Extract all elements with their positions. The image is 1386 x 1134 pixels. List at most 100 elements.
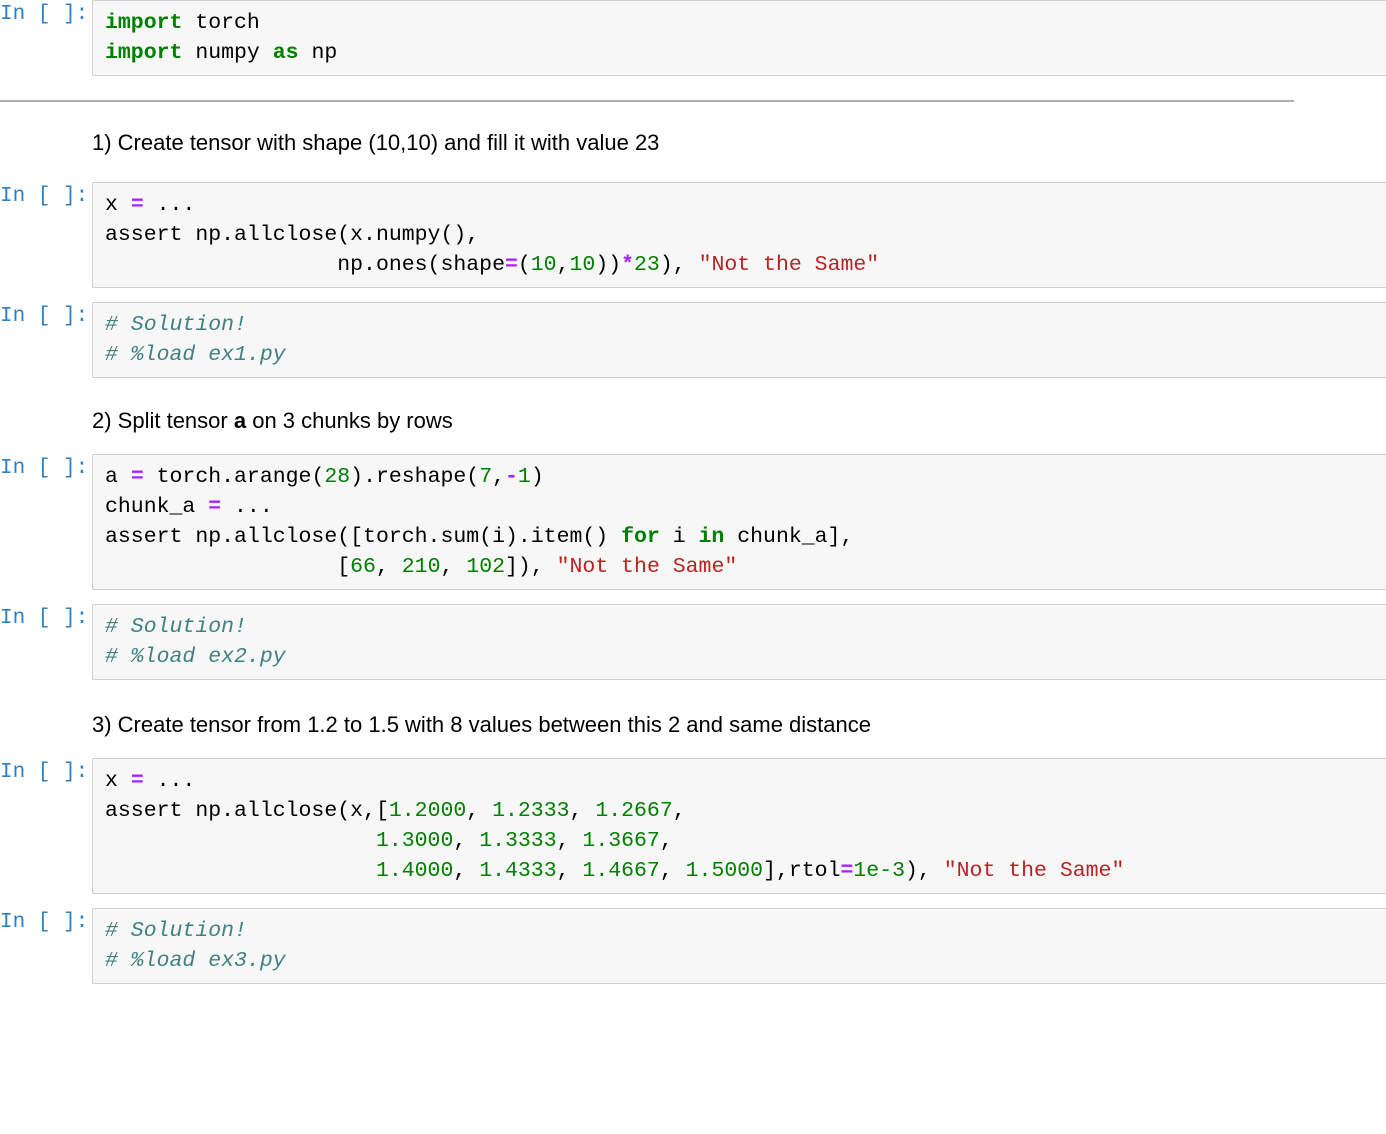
- cell-prompt-label[interactable]: In [ ]:: [0, 604, 92, 634]
- code-token: ,: [569, 799, 596, 823]
- code-token: # %load ex3.py: [105, 949, 286, 973]
- code-token: ,: [375, 555, 402, 579]
- code-token: ...: [143, 769, 196, 793]
- code-token: [: [105, 555, 351, 579]
- code-token: ,: [453, 859, 480, 883]
- code-token: =: [130, 465, 144, 489]
- code-token: ],rtol: [763, 859, 841, 883]
- code-input-area[interactable]: import torch import numpy as np: [92, 0, 1386, 76]
- code-token: np: [298, 41, 338, 65]
- notebook-container: In [ ]: import torch import numpy as np 1)…: [0, 0, 1386, 984]
- cell-prompt-label[interactable]: In [ ]:: [0, 182, 92, 212]
- exercise-3-solution-cell[interactable]: In [ ]: # Solution! # %load ex3.py: [0, 908, 1386, 984]
- code-token: 23: [634, 253, 660, 277]
- code-token: 1.3333: [479, 829, 557, 853]
- exercise-1-solution-cell[interactable]: In [ ]: # Solution! # %load ex1.py: [0, 302, 1386, 378]
- code-input-area[interactable]: # Solution! # %load ex3.py: [92, 908, 1386, 984]
- code-token: )): [595, 253, 622, 277]
- code-token: in: [698, 525, 725, 549]
- code-token: 1.4333: [479, 859, 557, 883]
- code-input-area[interactable]: # Solution! # %load ex2.py: [92, 604, 1386, 680]
- code-token: x: [105, 769, 131, 793]
- imports-cell[interactable]: In [ ]: import torch import numpy as np: [0, 0, 1386, 76]
- code-token: 1.5000: [685, 859, 764, 883]
- code-token: "Not the Same": [556, 555, 738, 579]
- cell-spacer: [0, 102, 1386, 128]
- code-token: ,: [453, 829, 480, 853]
- markdown-body[interactable]: 3) Create tensor from 1.2 to 1.5 with 8 …: [92, 710, 1386, 740]
- code-token: *: [621, 253, 635, 277]
- code-token: ,: [659, 829, 673, 853]
- code-token: ]),: [505, 555, 557, 579]
- code-token: # Solution!: [105, 615, 247, 639]
- cell-spacer: [0, 76, 1386, 100]
- code-input-area[interactable]: x = ... assert np.allclose(x.numpy(), np…: [92, 182, 1386, 288]
- code-token: ...: [143, 193, 196, 217]
- code-source[interactable]: a = torch.arange(28).reshape(7,-1) chunk…: [105, 462, 1386, 582]
- code-source[interactable]: # Solution! # %load ex1.py: [105, 310, 1386, 370]
- code-token: 1.2667: [595, 799, 673, 823]
- code-source[interactable]: # Solution! # %load ex2.py: [105, 612, 1386, 672]
- markdown-text: 2) Split tensor a on 3 chunks by rows: [92, 408, 453, 433]
- exercise-1-cell[interactable]: In [ ]: x = ... assert np.allclose(x.nump…: [0, 182, 1386, 288]
- code-source[interactable]: import torch import numpy as np: [105, 8, 1386, 68]
- code-input-area[interactable]: # Solution! # %load ex1.py: [92, 302, 1386, 378]
- cell-spacer: [0, 288, 1386, 302]
- code-token: a: [105, 465, 131, 489]
- code-token: 1.3667: [582, 829, 660, 853]
- markdown-body[interactable]: 1) Create tensor with shape (10,10) and …: [92, 128, 1386, 158]
- code-token: ),: [905, 859, 944, 883]
- code-token: assert np.allclose(x,[: [105, 799, 389, 823]
- cell-prompt-label[interactable]: In [ ]:: [0, 0, 92, 30]
- cell-spacer: [0, 436, 1386, 454]
- code-token: assert np.allclose([torch.sum(i).item(): [105, 525, 622, 549]
- cell-spacer: [0, 158, 1386, 182]
- code-source[interactable]: x = ... assert np.allclose(x.numpy(), np…: [105, 190, 1386, 280]
- cell-spacer: [0, 378, 1386, 406]
- code-token: import: [105, 11, 183, 35]
- code-token: 66: [350, 555, 376, 579]
- code-token: ),: [659, 253, 699, 277]
- cell-spacer: [0, 680, 1386, 710]
- markdown-body[interactable]: 2) Split tensor a on 3 chunks by rows: [92, 406, 1386, 436]
- code-input-area[interactable]: x = ... assert np.allclose(x,[1.2000, 1.…: [92, 758, 1386, 894]
- code-token: torch: [182, 11, 260, 35]
- exercise-1-prompt[interactable]: 1) Create tensor with shape (10,10) and …: [0, 128, 1386, 158]
- code-token: i: [659, 525, 699, 549]
- exercise-2-solution-cell[interactable]: In [ ]: # Solution! # %load ex2.py: [0, 604, 1386, 680]
- code-token: 1.4667: [582, 859, 660, 883]
- code-token: # Solution!: [105, 313, 247, 337]
- cell-prompt-label[interactable]: In [ ]:: [0, 302, 92, 332]
- code-token: (: [517, 253, 531, 277]
- code-source[interactable]: x = ... assert np.allclose(x,[1.2000, 1.…: [105, 766, 1386, 886]
- code-token: # Solution!: [105, 919, 247, 943]
- code-token: 1.4000: [375, 859, 454, 883]
- markdown-text: 3) Create tensor from 1.2 to 1.5 with 8 …: [92, 712, 871, 737]
- exercise-2-cell[interactable]: In [ ]: a = torch.arange(28).reshape(7,-1…: [0, 454, 1386, 590]
- code-input-area[interactable]: a = torch.arange(28).reshape(7,-1) chunk…: [92, 454, 1386, 590]
- code-token: 1: [517, 465, 531, 489]
- code-token: # %load ex2.py: [105, 645, 286, 669]
- code-token: torch.arange(: [143, 465, 325, 489]
- code-token: ): [530, 465, 544, 489]
- code-token: ,: [440, 555, 467, 579]
- cell-spacer: [0, 740, 1386, 758]
- code-token: assert np.allclose(x.numpy(),: [105, 223, 480, 247]
- code-token: np.ones(shape: [105, 253, 505, 277]
- code-token: chunk_a],: [724, 525, 854, 549]
- cell-spacer: [0, 894, 1386, 908]
- code-token: 1.2333: [492, 799, 570, 823]
- cell-prompt-label[interactable]: In [ ]:: [0, 758, 92, 788]
- code-token: ,: [556, 859, 583, 883]
- exercise-2-prompt[interactable]: 2) Split tensor a on 3 chunks by rows: [0, 406, 1386, 436]
- code-token: as: [272, 41, 299, 65]
- code-source[interactable]: # Solution! # %load ex3.py: [105, 916, 1386, 976]
- code-token: 1.3000: [375, 829, 454, 853]
- cell-prompt-label[interactable]: In [ ]:: [0, 908, 92, 938]
- exercise-3-cell[interactable]: In [ ]: x = ... assert np.allclose(x,[1.2…: [0, 758, 1386, 894]
- cell-prompt-label[interactable]: In [ ]:: [0, 454, 92, 484]
- code-token: 1.2000: [388, 799, 467, 823]
- exercise-3-prompt[interactable]: 3) Create tensor from 1.2 to 1.5 with 8 …: [0, 710, 1386, 740]
